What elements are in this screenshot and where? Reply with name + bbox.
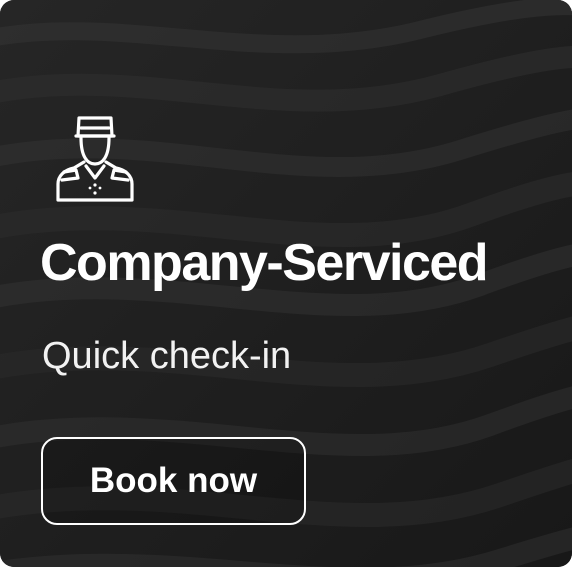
service-card: Company-Serviced Quick check-in Book now — [0, 0, 572, 567]
card-subtitle: Quick check-in — [42, 335, 292, 377]
card-title: Company-Serviced — [40, 234, 489, 292]
book-now-button[interactable]: Book now — [41, 437, 306, 525]
bellhop-icon — [56, 116, 134, 202]
